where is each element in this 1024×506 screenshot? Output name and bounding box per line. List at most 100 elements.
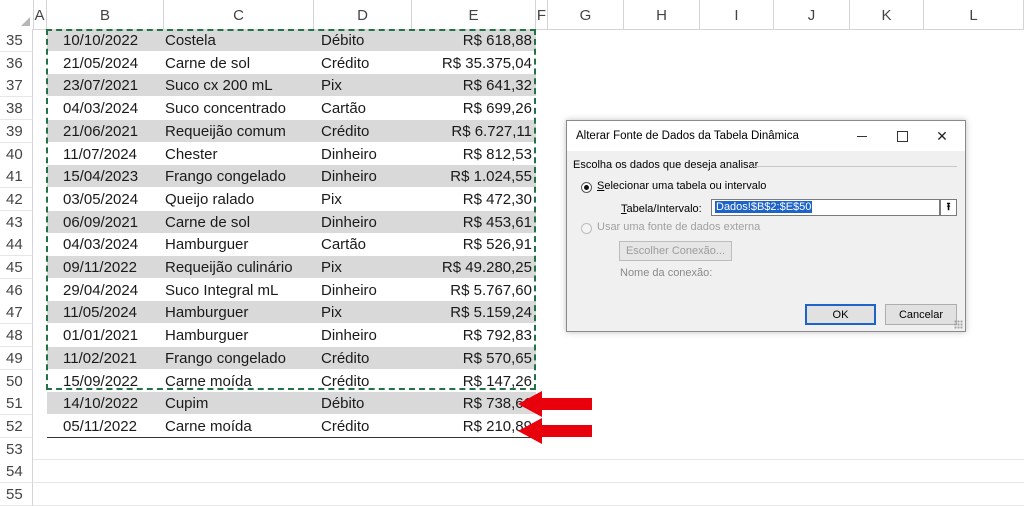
table-row[interactable]: 15/04/2023 Frango congelado Dinheiro R$ 1.0… (47, 165, 536, 188)
select-table-radio[interactable] (581, 182, 592, 193)
row-header[interactable]: 45 (0, 256, 33, 279)
table-row[interactable]: 03/05/2024 Queijo ralado Pix R$ 472,30 (47, 188, 536, 210)
cell-product[interactable]: Suco concentrado (165, 97, 286, 119)
table-row[interactable]: 11/07/2024 Chester Dinheiro R$ 812,53 (47, 143, 536, 165)
cell-date[interactable]: 15/09/2022 (63, 370, 138, 392)
cell-value[interactable]: R$ 699,26 (463, 97, 532, 119)
column-header-g[interactable]: G (548, 0, 624, 29)
table-row[interactable]: 04/03/2024 Suco concentrado Cartão R$ 699,2… (47, 97, 536, 119)
cell-product[interactable]: Carne moída (165, 415, 252, 437)
cell-date[interactable]: 23/07/2021 (63, 74, 138, 96)
cell-product[interactable]: Carne moída (165, 370, 252, 392)
cell-date[interactable]: 06/09/2021 (63, 211, 138, 233)
cell-value[interactable]: R$ 472,30 (463, 188, 532, 210)
table-row[interactable]: 21/05/2024 Carne de sol Crédito R$ 35.375,0… (47, 52, 536, 74)
cell-product[interactable]: Hamburguer (165, 324, 248, 346)
cell-date[interactable]: 05/11/2022 (63, 415, 137, 437)
external-source-label[interactable]: Usar uma fonte de dados externa (597, 221, 760, 233)
cell-date[interactable]: 21/06/2021 (63, 120, 138, 142)
cell-product[interactable]: Costela (165, 29, 216, 51)
row-header[interactable]: 50 (0, 369, 33, 393)
cell-value[interactable]: R$ 5.767,60 (450, 279, 532, 301)
cell-value[interactable]: R$ 6.727,11 (451, 120, 532, 142)
cell-payment[interactable]: Débito (321, 29, 364, 51)
row-header[interactable]: 52 (0, 414, 33, 438)
cell-date[interactable]: 04/03/2024 (63, 233, 138, 255)
close-button[interactable]: ✕ (922, 121, 962, 151)
cell-payment[interactable]: Pix (321, 74, 342, 96)
table-row[interactable]: 23/07/2021 Suco cx 200 mL Pix R$ 641,32 (47, 74, 536, 97)
table-row[interactable]: 06/09/2021 Carne de sol Dinheiro R$ 453,61 (47, 210, 536, 233)
cell-date[interactable]: 11/05/2024 (63, 301, 137, 323)
cell-payment[interactable]: Dinheiro (321, 211, 377, 233)
cell-date[interactable]: 14/10/2022 (63, 392, 138, 414)
cell-payment[interactable]: Cartão (321, 97, 366, 119)
cell-payment[interactable]: Crédito (321, 370, 369, 392)
cell-payment[interactable]: Débito (321, 392, 364, 414)
select-table-label[interactable]: Selecionar uma tabela ou intervalo (597, 180, 766, 192)
column-header-e[interactable]: E (412, 0, 536, 29)
table-row[interactable]: 09/11/2022 Requeijão culinário Pix R$ 49.28… (47, 256, 536, 278)
resize-grip[interactable] (954, 320, 963, 329)
cell-product[interactable]: Frango congelado (165, 165, 286, 187)
row-header[interactable]: 55 (0, 483, 33, 506)
cell-payment[interactable]: Crédito (321, 415, 369, 437)
row-header[interactable]: 46 (0, 278, 33, 302)
minimize-button[interactable] (842, 121, 882, 151)
cell-value[interactable]: R$ 1.024,55 (450, 165, 532, 187)
dialog-titlebar[interactable]: Alterar Fonte de Dados da Tabela Dinâmic… (567, 121, 965, 151)
table-row[interactable]: 10/10/2022 Costela Débito R$ 618,88 (47, 29, 536, 51)
cell-value[interactable]: R$ 792,83 (463, 324, 532, 346)
cell-product[interactable]: Cupim (165, 392, 208, 414)
cell-product[interactable]: Requeijão comum (165, 120, 286, 142)
row-header[interactable]: 44 (0, 233, 33, 257)
cancel-button[interactable]: Cancelar (885, 304, 957, 325)
cell-value[interactable]: R$ 49.280,25 (442, 256, 532, 278)
cell-payment[interactable]: Dinheiro (321, 279, 377, 301)
cell-payment[interactable]: Crédito (321, 52, 369, 74)
row-header[interactable]: 37 (0, 74, 33, 98)
table-row[interactable]: 05/11/2022 Carne moída Crédito R$ 210,89 (47, 415, 536, 437)
cell-payment[interactable]: Dinheiro (321, 324, 377, 346)
cell-value[interactable]: R$ 812,53 (463, 143, 532, 165)
row-header[interactable]: 36 (0, 51, 33, 75)
row-header[interactable]: 41 (0, 165, 33, 189)
external-source-radio[interactable] (581, 223, 592, 234)
column-header-i[interactable]: I (700, 0, 774, 29)
ok-button[interactable]: OK (805, 304, 876, 325)
cell-payment[interactable]: Cartão (321, 233, 366, 255)
row-header[interactable]: 35 (0, 29, 33, 52)
collapse-dialog-button[interactable]: ⭱ (940, 199, 957, 216)
cell-date[interactable]: 11/02/2021 (63, 347, 137, 369)
row-header[interactable]: 53 (0, 437, 33, 461)
cell-date[interactable]: 04/03/2024 (63, 97, 138, 119)
cell-value[interactable]: R$ 5.159,24 (450, 301, 532, 323)
cell-date[interactable]: 15/04/2023 (63, 165, 138, 187)
cell-product[interactable]: Carne de sol (165, 211, 250, 233)
cell-date[interactable]: 01/01/2021 (63, 324, 138, 346)
table-row[interactable]: 21/06/2021 Requeijão comum Crédito R$ 6.727… (47, 119, 536, 142)
row-header[interactable]: 54 (0, 460, 33, 484)
cell-product[interactable]: Queijo ralado (165, 188, 254, 210)
table-row[interactable]: 11/05/2024 Hamburguer Pix R$ 5.159,24 (47, 301, 536, 324)
column-header-l[interactable]: L (924, 0, 1024, 29)
table-row[interactable]: 11/02/2021 Frango congelado Crédito R$ 570,… (47, 346, 536, 369)
row-header[interactable]: 42 (0, 187, 33, 211)
row-header[interactable]: 38 (0, 97, 33, 121)
column-header-a[interactable]: A (33, 0, 47, 29)
cell-date[interactable]: 09/11/2022 (63, 256, 137, 278)
table-row[interactable]: 29/04/2024 Suco Integral mL Dinheiro R$ 5.7… (47, 279, 536, 301)
table-row[interactable]: 14/10/2022 Cupim Débito R$ 738,61 (47, 392, 536, 415)
column-header-f[interactable]: F (536, 0, 548, 29)
select-all-button[interactable] (0, 0, 34, 29)
cell-payment[interactable]: Crédito (321, 347, 369, 369)
row-header[interactable]: 39 (0, 119, 33, 143)
table-row[interactable]: 01/01/2021 Hamburguer Dinheiro R$ 792,83 (47, 324, 536, 346)
cell-product[interactable]: Hamburguer (165, 233, 248, 255)
cell-product[interactable]: Carne de sol (165, 52, 250, 74)
cell-date[interactable]: 10/10/2022 (63, 29, 138, 51)
column-header-d[interactable]: D (314, 0, 412, 29)
row-header[interactable]: 40 (0, 142, 33, 166)
cell-date[interactable]: 11/07/2024 (63, 143, 137, 165)
cell-product[interactable]: Suco cx 200 mL (165, 74, 273, 96)
